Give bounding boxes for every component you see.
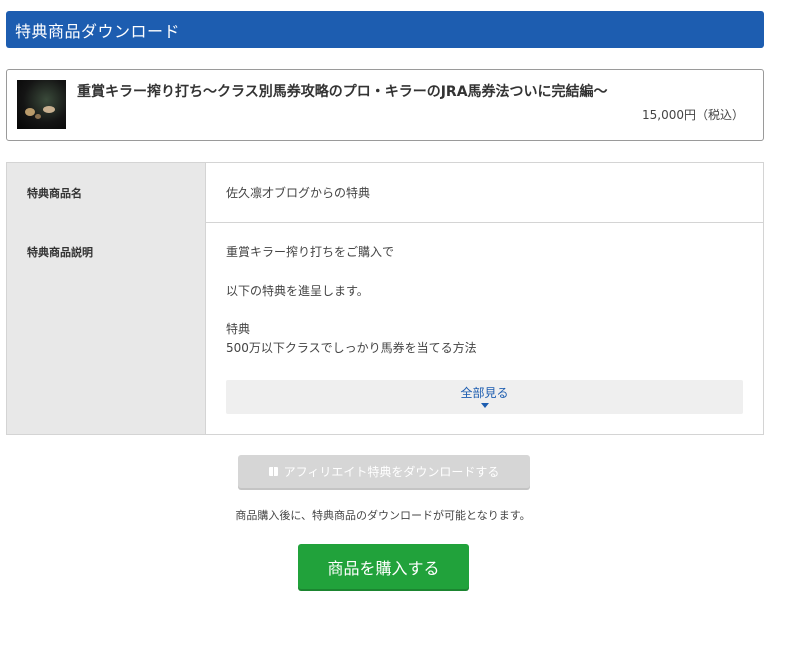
product-title: 重賞キラー搾り打ち〜クラス別馬券攻略のプロ・キラーのJRA馬券法ついに完結編〜 [77,84,608,100]
bonus-name-label: 特典商品名 [27,187,82,200]
affiliate-download-label: アフィリエイト特典をダウンロードする [283,465,500,479]
page-title: 特典商品ダウンロード [15,21,181,41]
product-price: 15,000円（税込） [642,108,744,122]
download-notice: 商品購入後に、特典商品のダウンロードが可能となります。 [235,509,531,522]
page-header: 特典商品ダウンロード [6,11,764,48]
bonus-name-row: 特典商品名 佐久凛才ブログからの特典 [7,163,763,223]
buy-product-button[interactable]: 商品を購入する [298,544,469,589]
bonus-description-value-cell: 重賞キラー搾り打ちをご購入で 以下の特典を進呈します。 特典 500万以下クラス… [206,222,763,434]
see-all-label: 全部見る [460,386,509,400]
bonus-description-label: 特典商品説明 [27,246,93,259]
bonus-details-table: 特典商品名 佐久凛才ブログからの特典 特典商品説明 重賞キラー搾り打ちをご購入で… [6,162,764,435]
product-card: 重賞キラー搾り打ち〜クラス別馬券攻略のプロ・キラーのJRA馬券法ついに完結編〜 … [6,69,764,141]
buy-product-label: 商品を購入する [327,558,440,578]
description-line: 以下の特典を進呈します。 [226,284,369,298]
bonus-name-label-cell: 特典商品名 [7,163,206,222]
description-line: 500万以下クラスでしっかり馬券を当てる方法 [226,341,477,355]
bonus-name-value-cell: 佐久凛才ブログからの特典 [206,163,763,222]
description-line: 特典 [226,322,251,336]
bonus-name-value: 佐久凛才ブログからの特典 [226,186,371,200]
affiliate-download-button[interactable]: アフィリエイト特典をダウンロードする [238,455,530,488]
bonus-description-row: 特典商品説明 重賞キラー搾り打ちをご購入で 以下の特典を進呈します。 特典 50… [7,222,763,434]
gift-icon [268,467,278,476]
description-line: 重賞キラー搾り打ちをご購入で [226,245,395,259]
see-all-button[interactable]: 全部見る [226,380,743,414]
product-thumbnail [17,80,66,129]
bonus-description-label-cell: 特典商品説明 [7,222,206,434]
caret-down-icon [480,403,489,408]
